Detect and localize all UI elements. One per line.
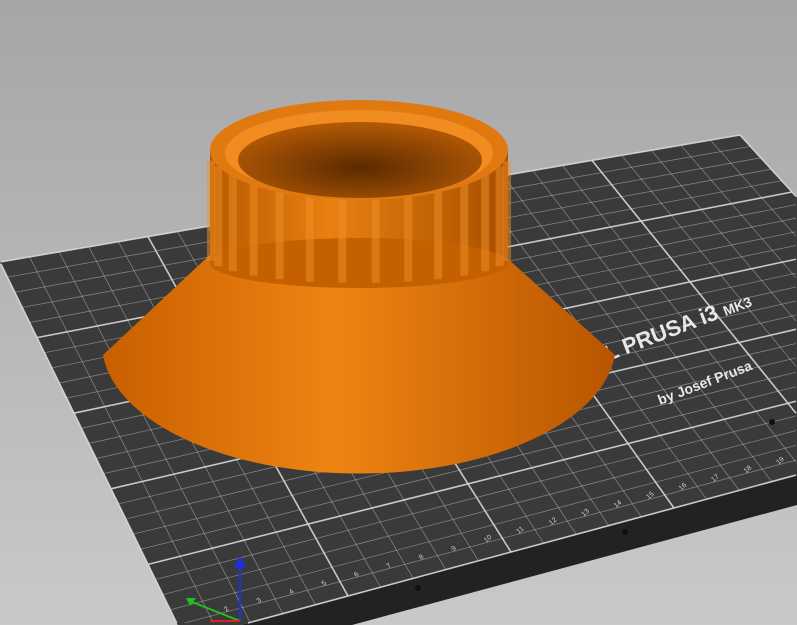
cap-rib <box>434 179 443 280</box>
cap-rib <box>228 171 237 272</box>
3d-model[interactable] <box>103 100 615 474</box>
cap-rib <box>249 175 258 276</box>
cap-rib <box>481 171 490 272</box>
cap-rib <box>460 175 469 276</box>
3d-viewport[interactable]: 2345678910111213141516171819 ORIGINAL PR… <box>0 0 797 625</box>
cap-rib <box>275 179 284 280</box>
cap-rib <box>495 166 504 267</box>
cap-rib <box>503 160 512 261</box>
cap-rib <box>214 166 223 267</box>
cap-rib <box>206 160 215 261</box>
model-cap-opening <box>238 122 482 198</box>
